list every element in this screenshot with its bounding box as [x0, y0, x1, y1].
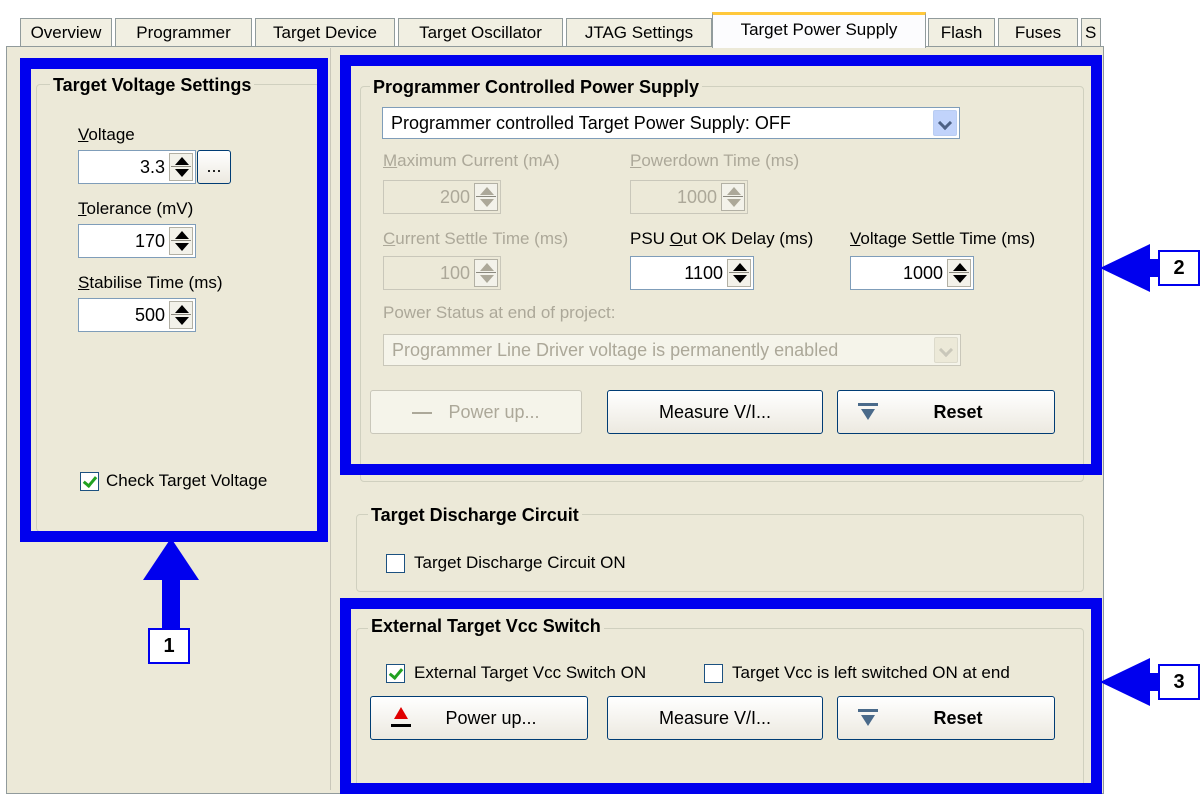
tab-programmer[interactable]: Programmer	[115, 18, 252, 48]
callout-2: 2	[1158, 250, 1200, 286]
discharge-title: Target Discharge Circuit	[368, 504, 582, 526]
highlight-box-3	[340, 598, 1102, 794]
tab-target-oscillator[interactable]: Target Oscillator	[398, 18, 563, 48]
highlight-box-1	[20, 58, 328, 542]
tab-fuses[interactable]: Fuses	[998, 18, 1078, 48]
arrow-left-icon	[1100, 658, 1150, 706]
tab-bar: Overview Programmer Target Device Target…	[0, 0, 1202, 48]
tab-target-device[interactable]: Target Device	[255, 18, 395, 48]
tab-flash[interactable]: Flash	[928, 18, 995, 48]
arrow-up-shaft	[162, 578, 180, 628]
callout-1: 1	[148, 628, 190, 664]
highlight-box-2	[340, 55, 1102, 475]
callout-3: 3	[1158, 664, 1200, 700]
discharge-checkbox[interactable]	[386, 554, 405, 573]
arrow-up-icon	[143, 538, 199, 580]
tab-jtag-settings[interactable]: JTAG Settings	[566, 18, 712, 48]
discharge-label: Target Discharge Circuit ON	[414, 553, 626, 572]
tab-target-power-supply[interactable]: Target Power Supply	[712, 12, 926, 48]
tab-overview[interactable]: Overview	[20, 18, 112, 48]
tab-overflow[interactable]: S	[1081, 18, 1101, 48]
arrow-left-icon	[1100, 244, 1150, 292]
